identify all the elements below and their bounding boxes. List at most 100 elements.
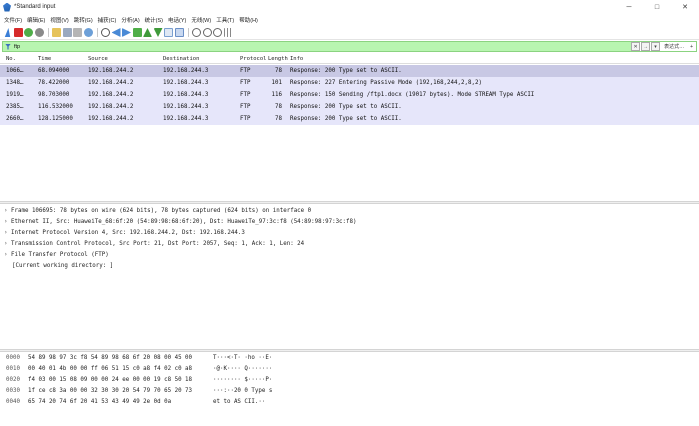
clear-filter-icon[interactable]: ✕ — [631, 42, 641, 51]
close-file-icon[interactable] — [73, 28, 82, 37]
packet-row[interactable]: 2385… 116.532000 192.168.244.2 192.168.2… — [0, 101, 699, 113]
column-protocol[interactable]: Protocol — [240, 56, 267, 62]
expand-arrow-icon[interactable]: › — [4, 208, 11, 214]
packet-row[interactable]: 1348… 78.422000 192.168.244.2 192.168.24… — [0, 77, 699, 89]
toolbar-separator — [97, 28, 98, 37]
column-length[interactable]: Length — [268, 56, 288, 62]
main-toolbar — [0, 26, 699, 40]
packet-destination: 192.168.244.3 — [163, 104, 209, 110]
hex-row[interactable]: 0020 f4 03 00 15 08 09 00 00 24 ee 00 00… — [0, 374, 699, 385]
apply-filter-icon[interactable]: → — [641, 42, 651, 51]
expand-arrow-icon[interactable]: › — [4, 230, 11, 236]
packet-time: 116.532000 — [38, 104, 73, 110]
detail-ip[interactable]: › Internet Protocol Version 4, Src: 192.… — [0, 227, 699, 238]
resize-columns-icon[interactable] — [223, 28, 233, 37]
add-filter-button[interactable]: + — [687, 44, 696, 50]
packet-row[interactable]: 1919… 98.703000 192.168.244.2 192.168.24… — [0, 89, 699, 101]
hex-ascii[interactable]: ·@·K···· Q······· — [213, 366, 272, 372]
packet-bytes-pane: 0000 54 89 98 97 3c f8 54 89 98 68 6f 20… — [0, 352, 699, 426]
options-icon[interactable] — [34, 28, 44, 37]
menu-edit[interactable]: 编辑(E) — [27, 16, 45, 24]
packet-list-header: No. Time Source Destination Protocol Len… — [0, 54, 699, 64]
hex-ascii[interactable]: ········ $·····P· — [213, 377, 272, 383]
hex-bytes[interactable]: 00 40 01 4b 00 00 ff 06 51 15 c0 a8 f4 0… — [28, 366, 192, 372]
zoom-in-icon[interactable] — [192, 28, 201, 37]
hex-offset: 0020 — [6, 376, 20, 383]
close-button[interactable]: ✕ — [671, 0, 699, 14]
hex-row[interactable]: 0040 65 74 20 74 6f 20 41 53 43 49 49 2e… — [0, 396, 699, 407]
detail-tcp[interactable]: › Transmission Control Protocol, Src Por… — [0, 238, 699, 249]
last-icon[interactable] — [153, 28, 163, 37]
find-icon[interactable] — [101, 28, 110, 37]
hex-bytes[interactable]: 1f ce c8 3a 00 00 32 30 30 20 54 79 70 6… — [28, 388, 192, 394]
colorize-icon[interactable] — [174, 28, 184, 37]
menu-bar: 文件(F) 编辑(E) 视图(V) 跳转(G) 捕获(C) 分析(A) 统计(S… — [0, 14, 699, 25]
stop-icon[interactable] — [13, 28, 23, 37]
hex-row[interactable]: 0030 1f ce c8 3a 00 00 32 30 30 20 54 79… — [0, 385, 699, 396]
column-no[interactable]: No. — [6, 56, 16, 62]
filter-bookmark-icon[interactable] — [5, 43, 11, 50]
forward-icon[interactable] — [122, 28, 131, 37]
maximize-button[interactable]: □ — [643, 0, 671, 14]
column-info[interactable]: Info — [290, 56, 303, 62]
hex-bytes[interactable]: 65 74 20 74 6f 20 41 53 43 49 49 2e 0d 0… — [28, 399, 171, 405]
shark-fin-icon[interactable] — [4, 28, 11, 37]
menu-view[interactable]: 视图(V) — [50, 16, 68, 24]
hex-bytes[interactable]: f4 03 00 15 08 09 00 00 24 ee 00 00 19 c… — [28, 377, 192, 383]
packet-row[interactable]: 1066… 68.094000 192.168.244.2 192.168.24… — [0, 65, 699, 77]
expand-arrow-icon[interactable]: › — [4, 219, 11, 225]
column-time[interactable]: Time — [38, 56, 51, 62]
packet-row[interactable]: 2660… 128.125000 192.168.244.2 192.168.2… — [0, 113, 699, 125]
display-filter-input[interactable] — [14, 43, 614, 50]
autoscroll-icon[interactable] — [164, 28, 173, 37]
minimize-button[interactable]: ─ — [615, 0, 643, 14]
detail-cwd[interactable]: [Current working directory: ] — [0, 260, 699, 271]
zoom-reset-icon[interactable] — [213, 28, 222, 37]
hex-ascii[interactable]: T···<·T· ·ho ··E· — [213, 355, 272, 361]
display-filter-bar: ✕ → ▾ 表达式… + — [2, 41, 697, 52]
detail-text: Frame 106695: 78 bytes on wire (624 bits… — [11, 207, 312, 214]
hex-bytes[interactable]: 54 89 98 97 3c f8 54 89 98 68 6f 20 08 0… — [28, 355, 192, 361]
detail-frame[interactable]: › Frame 106695: 78 bytes on wire (624 bi… — [0, 205, 699, 216]
back-icon[interactable] — [111, 28, 121, 37]
window-controls: ─ □ ✕ — [615, 0, 699, 14]
expand-arrow-icon[interactable]: › — [4, 241, 11, 247]
save-icon[interactable] — [62, 28, 72, 37]
menu-go[interactable]: 跳转(G) — [74, 16, 93, 24]
column-source[interactable]: Source — [88, 56, 108, 62]
packet-time: 78.422000 — [38, 80, 70, 86]
column-destination[interactable]: Destination — [163, 56, 199, 62]
packet-source: 192.168.244.2 — [88, 68, 134, 74]
menu-capture[interactable]: 捕获(C) — [98, 16, 117, 24]
hex-ascii[interactable]: ···:··20 0 Type s — [213, 388, 272, 394]
reload-icon[interactable] — [83, 28, 93, 37]
packet-destination: 192.168.244.3 — [163, 68, 209, 74]
restart-icon[interactable] — [24, 28, 33, 37]
pane-splitter[interactable] — [0, 201, 699, 204]
hex-row[interactable]: 0010 00 40 01 4b 00 00 ff 06 51 15 c0 a8… — [0, 363, 699, 374]
menu-telephony[interactable]: 电话(Y) — [168, 16, 186, 24]
detail-text: Ethernet II, Src: HuaweiTe_68:6f:20 (54:… — [11, 218, 357, 225]
packet-info: Response: 200 Type set to ASCII. — [290, 116, 402, 122]
packet-time: 128.125000 — [38, 116, 73, 122]
first-icon[interactable] — [143, 28, 152, 37]
menu-file[interactable]: 文件(F) — [4, 16, 22, 24]
filter-controls: ✕ → ▾ 表达式… + — [631, 42, 696, 51]
open-icon[interactable] — [52, 28, 61, 37]
expand-arrow-icon[interactable]: › — [4, 252, 11, 258]
recent-filters-icon[interactable]: ▾ — [651, 42, 661, 51]
menu-tools[interactable]: 工具(T) — [216, 16, 234, 24]
zoom-out-icon[interactable] — [202, 28, 212, 37]
menu-statistics[interactable]: 统计(S) — [145, 16, 163, 24]
menu-analyze[interactable]: 分析(A) — [121, 16, 139, 24]
goto-icon[interactable] — [132, 28, 142, 37]
wireshark-logo-icon — [3, 2, 11, 12]
menu-wireless[interactable]: 无线(W) — [191, 16, 211, 24]
detail-ftp[interactable]: › File Transfer Protocol (FTP) — [0, 249, 699, 260]
detail-ethernet[interactable]: › Ethernet II, Src: HuaweiTe_68:6f:20 (5… — [0, 216, 699, 227]
packet-no: 2385… — [6, 104, 24, 110]
hex-row[interactable]: 0000 54 89 98 97 3c f8 54 89 98 68 6f 20… — [0, 352, 699, 363]
expression-button[interactable]: 表达式… — [661, 43, 687, 50]
hex-ascii[interactable]: et to AS CII.·· — [213, 399, 265, 405]
menu-help[interactable]: 帮助(H) — [239, 16, 258, 24]
